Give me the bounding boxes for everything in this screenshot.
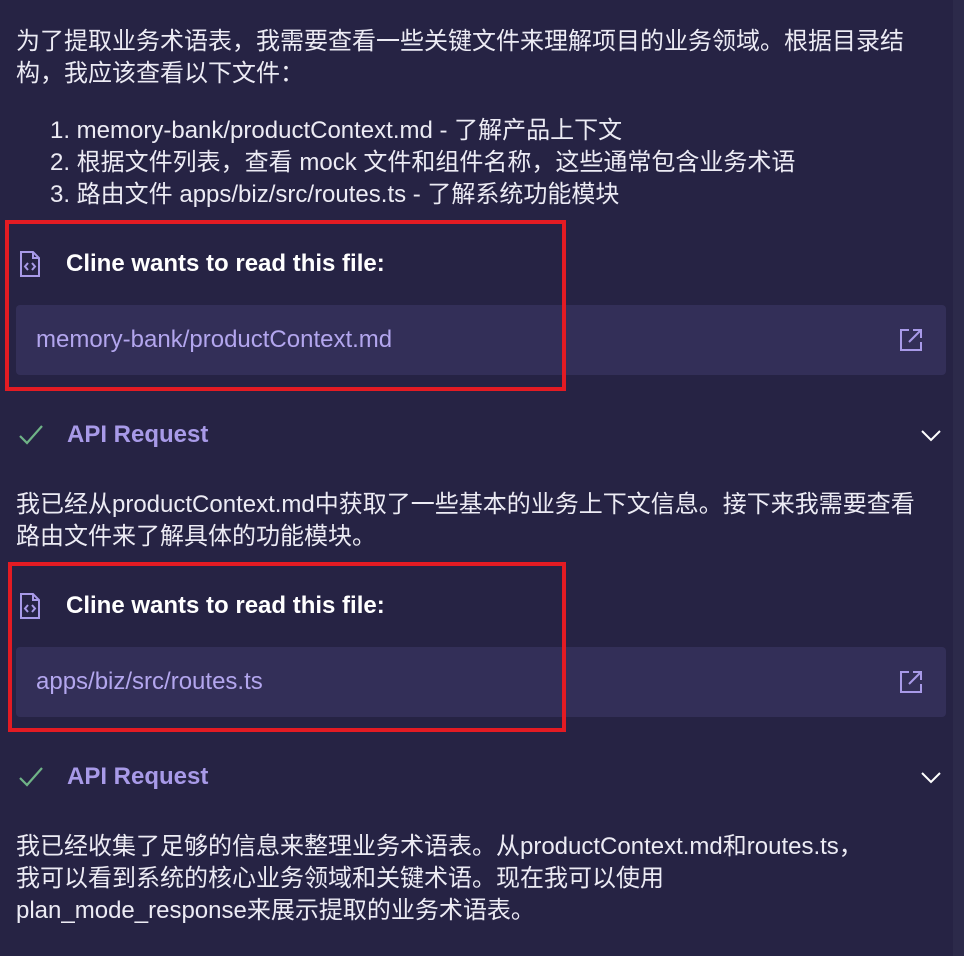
api-request-row[interactable]: API Request [16, 415, 946, 455]
open-external-icon[interactable] [896, 325, 926, 355]
chevron-down-icon[interactable] [918, 764, 944, 790]
file-path-row[interactable]: apps/biz/src/routes.ts [16, 647, 946, 717]
status-message: 我已经收集了足够的信息来整理业务术语表。从productContext.md和r… [16, 833, 863, 924]
check-icon [16, 762, 46, 792]
list-item: 2. 根据文件列表，查看 mock 文件和组件名称，这些通常包含业务术语 [50, 149, 796, 176]
read-file-header: Cline wants to read this file: [16, 590, 385, 622]
read-file-title: Cline wants to read this file: [66, 250, 385, 277]
open-external-icon[interactable] [896, 667, 926, 697]
list-item: 1. memory-bank/productContext.md - 了解产品上… [50, 117, 623, 144]
file-code-icon [16, 592, 44, 620]
read-file-title: Cline wants to read this file: [66, 592, 385, 619]
status-message: 我已经从productContext.md中获取了一些基本的业务上下文信息。接下… [16, 491, 915, 550]
chevron-down-icon[interactable] [918, 422, 944, 448]
api-request-label: API Request [67, 421, 209, 448]
list-item: 3. 路由文件 apps/biz/src/routes.ts - 了解系统功能模… [50, 181, 620, 208]
api-request-label: API Request [67, 763, 209, 790]
check-icon [16, 420, 46, 450]
file-path[interactable]: memory-bank/productContext.md [36, 326, 896, 354]
read-file-header: Cline wants to read this file: [16, 248, 385, 280]
scrollbar[interactable] [953, 0, 964, 956]
api-request-row[interactable]: API Request [16, 757, 946, 797]
intro-message: 为了提取业务术语表，我需要查看一些关键文件来理解项目的业务领域。根据目录结构，我… [16, 28, 904, 87]
file-code-icon [16, 250, 44, 278]
file-path[interactable]: apps/biz/src/routes.ts [36, 668, 896, 696]
file-list: 1. memory-bank/productContext.md - 了解产品上… [50, 115, 930, 211]
file-path-row[interactable]: memory-bank/productContext.md [16, 305, 946, 375]
